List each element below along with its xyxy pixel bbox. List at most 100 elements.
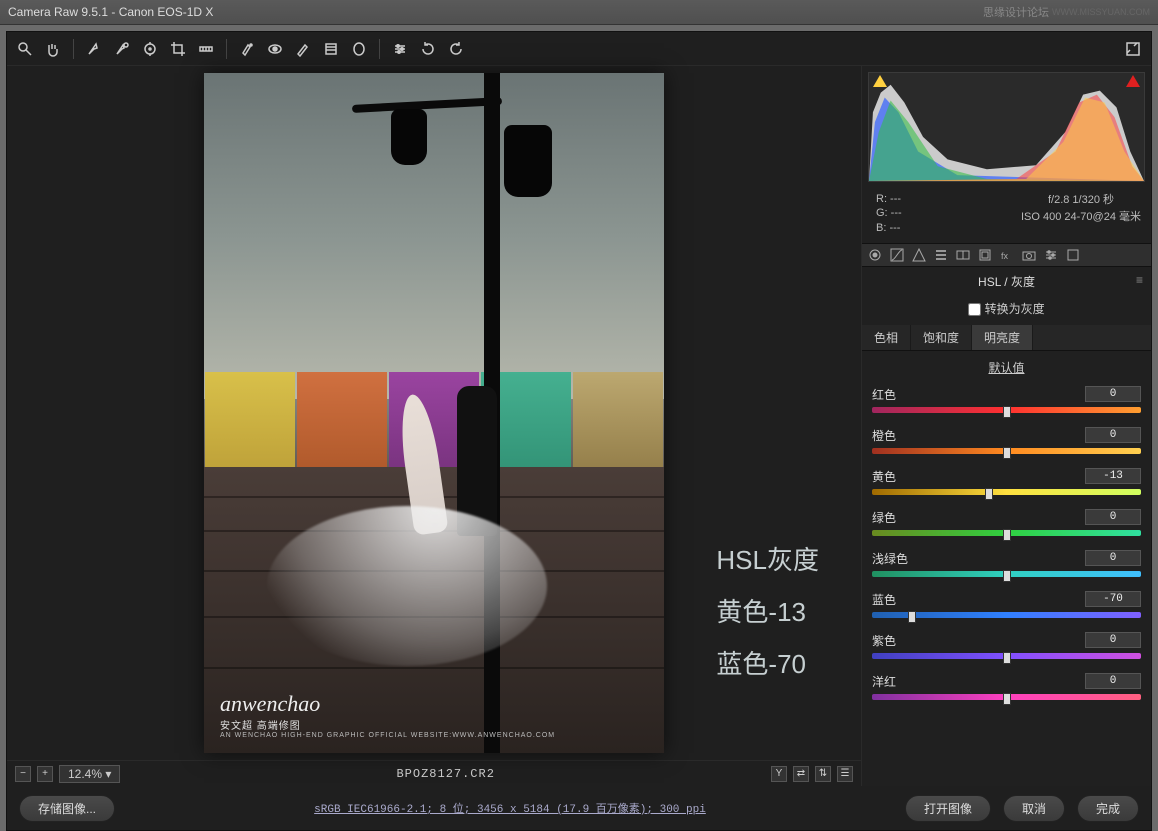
slider-thumb-green[interactable] — [1003, 529, 1011, 541]
slider-thumb-magenta[interactable] — [1003, 693, 1011, 705]
overlay-annotations: HSL灰度 黄色-13 蓝色-70 — [716, 534, 819, 690]
slider-thumb-aqua[interactable] — [1003, 570, 1011, 582]
exif-readout: R: --- G: --- B: --- f/2.8 1/320 秒 ISO 4… — [862, 188, 1151, 243]
rotate-ccw-tool[interactable] — [418, 39, 438, 59]
white-balance-tool[interactable] — [84, 39, 104, 59]
tab-camera[interactable] — [1020, 247, 1038, 263]
hand-tool[interactable] — [43, 39, 63, 59]
slider-track-magenta[interactable] — [872, 694, 1141, 704]
redeye-tool[interactable] — [265, 39, 285, 59]
slider-value-magenta[interactable]: 0 — [1085, 673, 1141, 689]
preview-bottombar: − + 12.4% ▾ BPOZ8127.CR2 Y ⇄ ⇅ ☰ — [7, 760, 861, 786]
slider-aqua[interactable]: 浅绿色 0 — [872, 550, 1141, 581]
slider-track-purple[interactable] — [872, 653, 1141, 663]
slider-track-blue[interactable] — [872, 612, 1141, 622]
tab-split[interactable] — [954, 247, 972, 263]
cancel-button[interactable]: 取消 — [1003, 795, 1065, 822]
slider-orange[interactable]: 橙色 0 — [872, 427, 1141, 458]
slider-thumb-orange[interactable] — [1003, 447, 1011, 459]
slider-thumb-blue[interactable] — [908, 611, 916, 623]
panel-menu-icon[interactable]: ≡ — [1136, 273, 1143, 287]
sliders-container: 红色 0 橙色 0 黄色-13 绿色 0 浅绿色 0 蓝色 -70 紫色0 洋红 0 — [862, 384, 1151, 722]
shadow-clip-icon[interactable] — [873, 75, 887, 87]
slider-thumb-yellow[interactable] — [985, 488, 993, 500]
slider-value-aqua[interactable]: 0 — [1085, 550, 1141, 566]
subtab-luminance[interactable]: 明亮度 — [972, 325, 1033, 350]
before-after-swap[interactable]: ⇅ — [815, 766, 831, 782]
highlight-clip-icon[interactable] — [1126, 75, 1140, 87]
fullscreen-toggle[interactable] — [1123, 39, 1143, 59]
convert-grayscale-row[interactable]: 转换为灰度 — [862, 296, 1151, 325]
open-image-button[interactable]: 打开图像 — [905, 795, 991, 822]
zoom-level[interactable]: 12.4% ▾ — [59, 765, 120, 783]
slider-thumb-purple[interactable] — [1003, 652, 1011, 664]
before-after-toggle[interactable]: ⇄ — [793, 766, 809, 782]
rotate-cw-tool[interactable] — [446, 39, 466, 59]
before-after-y[interactable]: Y — [771, 766, 787, 782]
filename-label: BPOZ8127.CR2 — [126, 767, 765, 781]
slider-blue[interactable]: 蓝色 -70 — [872, 591, 1141, 622]
workflow-options-link[interactable]: sRGB IEC61966-2.1; 8 位; 3456 x 5184 (17.… — [127, 800, 893, 816]
tab-lens[interactable] — [976, 247, 994, 263]
toolbar — [7, 32, 1151, 66]
slider-track-aqua[interactable] — [872, 571, 1141, 581]
photo-preview: anwenchao 安文超 高端修图 AN WENCHAO HIGH-END G… — [204, 73, 664, 753]
adjustment-brush-tool[interactable] — [293, 39, 313, 59]
straighten-tool[interactable] — [196, 39, 216, 59]
slider-value-purple[interactable]: 0 — [1085, 632, 1141, 648]
window-title: Camera Raw 9.5.1 - Canon EOS-1D X — [8, 5, 213, 19]
slider-label-orange: 橙色 — [872, 427, 896, 444]
zoom-in-button[interactable]: + — [37, 766, 53, 782]
tab-fx[interactable]: fx — [998, 247, 1016, 263]
preview-area: anwenchao 安文超 高端修图 AN WENCHAO HIGH-END G… — [7, 66, 861, 786]
slider-red[interactable]: 红色 0 — [872, 386, 1141, 417]
crop-tool[interactable] — [168, 39, 188, 59]
done-button[interactable]: 完成 — [1077, 795, 1139, 822]
subtab-hue[interactable]: 色相 — [862, 325, 911, 350]
svg-text:fx: fx — [1001, 251, 1009, 261]
tab-detail[interactable] — [910, 247, 928, 263]
spot-removal-tool[interactable] — [237, 39, 257, 59]
slider-green[interactable]: 绿色 0 — [872, 509, 1141, 540]
slider-label-aqua: 浅绿色 — [872, 550, 908, 567]
tab-curve[interactable] — [888, 247, 906, 263]
slider-value-orange[interactable]: 0 — [1085, 427, 1141, 443]
slider-track-yellow[interactable] — [872, 489, 1141, 499]
preview-prefs-icon[interactable]: ☰ — [837, 766, 853, 782]
graduated-filter-tool[interactable] — [321, 39, 341, 59]
slider-purple[interactable]: 紫色0 — [872, 632, 1141, 663]
color-sampler-tool[interactable] — [112, 39, 132, 59]
preview-canvas[interactable]: anwenchao 安文超 高端修图 AN WENCHAO HIGH-END G… — [7, 66, 861, 760]
slider-magenta[interactable]: 洋红 0 — [872, 673, 1141, 704]
histogram[interactable] — [868, 72, 1145, 182]
tab-presets[interactable] — [1042, 247, 1060, 263]
convert-grayscale-checkbox[interactable] — [968, 303, 981, 316]
slider-label-red: 红色 — [872, 386, 896, 403]
slider-value-blue[interactable]: -70 — [1085, 591, 1141, 607]
slider-track-green[interactable] — [872, 530, 1141, 540]
tab-basic[interactable] — [866, 247, 884, 263]
zoom-out-button[interactable]: − — [15, 766, 31, 782]
slider-value-green[interactable]: 0 — [1085, 509, 1141, 525]
defaults-link[interactable]: 默认值 — [862, 351, 1151, 384]
right-panel: R: --- G: --- B: --- f/2.8 1/320 秒 ISO 4… — [861, 66, 1151, 786]
exif-b: B: --- — [876, 221, 902, 235]
slider-label-green: 绿色 — [872, 509, 896, 526]
slider-label-magenta: 洋红 — [872, 673, 896, 690]
subtab-saturation[interactable]: 饱和度 — [911, 325, 972, 350]
slider-value-yellow[interactable]: -13 — [1085, 468, 1141, 484]
save-image-button[interactable]: 存储图像... — [19, 795, 115, 822]
tab-snapshots[interactable] — [1064, 247, 1082, 263]
zoom-tool[interactable] — [15, 39, 35, 59]
preferences-tool[interactable] — [390, 39, 410, 59]
targeted-adjust-tool[interactable] — [140, 39, 160, 59]
slider-label-blue: 蓝色 — [872, 591, 896, 608]
radial-filter-tool[interactable] — [349, 39, 369, 59]
panel-tabs: fx — [862, 243, 1151, 267]
slider-value-red[interactable]: 0 — [1085, 386, 1141, 402]
slider-track-red[interactable] — [872, 407, 1141, 417]
slider-yellow[interactable]: 黄色-13 — [872, 468, 1141, 499]
slider-track-orange[interactable] — [872, 448, 1141, 458]
tab-hsl[interactable] — [932, 247, 950, 263]
slider-thumb-red[interactable] — [1003, 406, 1011, 418]
